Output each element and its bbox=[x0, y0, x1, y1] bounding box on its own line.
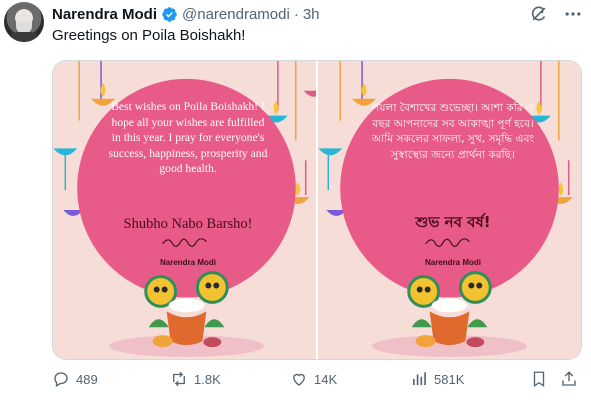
reply-icon bbox=[54, 372, 68, 387]
bookmark-button[interactable] bbox=[530, 370, 548, 388]
reply-count: 489 bbox=[76, 371, 98, 387]
view-count: 581K bbox=[434, 371, 465, 387]
bookmark-icon bbox=[533, 371, 545, 388]
like-count: 14K bbox=[314, 371, 338, 387]
card-message: পয়লা বৈশাখের শুভেচ্ছা। আশা করি এ বছর আপ… bbox=[371, 102, 535, 161]
card-message: Best wishes on Poila Boishakh! I hope al… bbox=[108, 100, 268, 176]
repost-icon bbox=[173, 371, 185, 387]
like-button[interactable]: 14K bbox=[290, 370, 337, 388]
tweet-top-actions bbox=[529, 4, 583, 24]
avatar-body bbox=[8, 32, 40, 42]
greeting-card-bengali[interactable]: পয়লা বৈশাখের শুভেচ্ছা। আশা করি এ বছর আপ… bbox=[318, 61, 581, 359]
timestamp[interactable]: 3h bbox=[303, 6, 320, 23]
share-button[interactable] bbox=[560, 370, 578, 388]
card-signature-name: Narendra Modi bbox=[159, 258, 216, 267]
share-icon bbox=[562, 371, 576, 386]
media-grid: Best wishes on Poila Boishakh! I hope al… bbox=[52, 60, 582, 360]
author-name[interactable]: Narendra Modi bbox=[52, 6, 157, 23]
grok-icon[interactable] bbox=[529, 4, 549, 24]
more-icon[interactable] bbox=[563, 4, 583, 24]
avatar[interactable] bbox=[4, 2, 44, 42]
author-handle[interactable]: @narendramodi bbox=[182, 6, 290, 23]
tweet-text: Greetings on Poila Boishakh! bbox=[52, 27, 246, 44]
card-signature-name: Narendra Modi bbox=[424, 258, 481, 267]
card-greeting: Shubho Nabo Barsho! bbox=[123, 216, 253, 232]
repost-count: 1.8K bbox=[194, 371, 221, 387]
verified-badge-icon bbox=[162, 6, 177, 22]
repost-button[interactable]: 1.8K bbox=[170, 370, 221, 388]
views-icon bbox=[413, 372, 426, 385]
tweet-header: Narendra Modi @narendramodi · 3h bbox=[52, 4, 320, 24]
tweet-action-bar: 489 1.8K 14K 581K bbox=[52, 370, 582, 392]
views-button[interactable]: 581K bbox=[410, 370, 464, 388]
card-greeting: শুভ নব বর্ষ! bbox=[415, 213, 491, 231]
like-icon bbox=[293, 373, 305, 386]
reply-button[interactable]: 489 bbox=[52, 370, 98, 388]
separator-dot: · bbox=[293, 5, 299, 23]
greeting-card-english[interactable]: Best wishes on Poila Boishakh! I hope al… bbox=[53, 61, 316, 359]
